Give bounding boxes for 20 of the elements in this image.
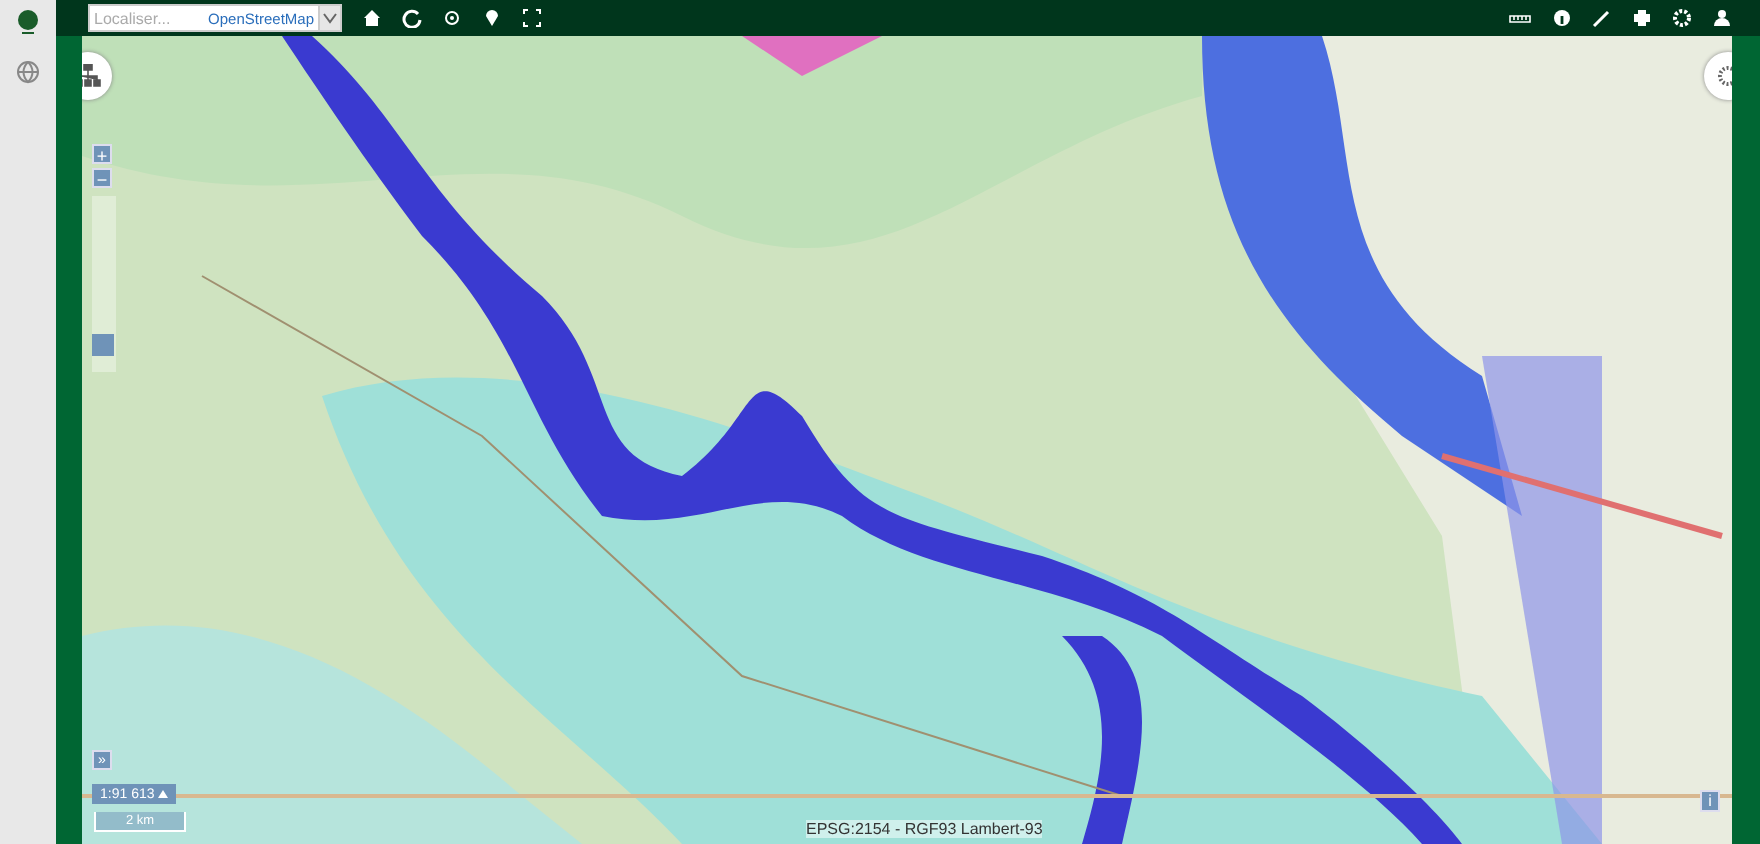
settings-icon[interactable]: [1672, 8, 1692, 28]
map-pin-icon[interactable]: [482, 8, 502, 28]
caret-up-icon: [158, 790, 169, 798]
zoom-out-button[interactable]: −: [92, 168, 112, 188]
home-icon[interactable]: [362, 8, 382, 28]
projection-label: EPSG:2154 - RGF93 Lambert-93: [806, 820, 1043, 838]
zoom-in-button[interactable]: +: [92, 144, 112, 164]
zoom-slider[interactable]: [92, 196, 116, 372]
pencil-icon[interactable]: [1592, 8, 1612, 28]
globe-icon[interactable]: [16, 60, 40, 84]
refresh-icon[interactable]: [402, 8, 422, 28]
slider-thumb[interactable]: [92, 334, 114, 357]
info-button[interactable]: i: [1700, 790, 1720, 812]
caret-icon[interactable]: [318, 6, 340, 30]
user-icon[interactable]: [1712, 8, 1732, 28]
target-icon[interactable]: [442, 8, 462, 28]
info-icon[interactable]: [1552, 8, 1572, 28]
hierarchy-icon: [82, 64, 102, 88]
globe-logo-icon[interactable]: [16, 8, 40, 36]
fullscreen-icon[interactable]: [522, 8, 542, 28]
